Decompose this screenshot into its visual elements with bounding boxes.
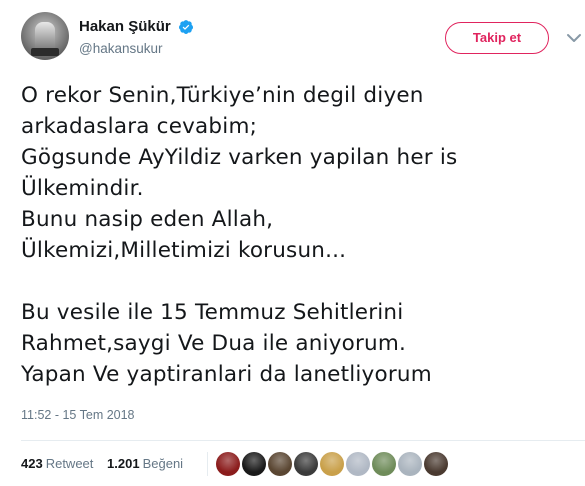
tweet-line: O rekor Senin,Türkiye’nin degil diyen bbox=[21, 83, 424, 108]
like-count: 1.201 bbox=[107, 456, 140, 471]
liker-avatar-8[interactable] bbox=[398, 452, 422, 476]
tweet-line: Gögsunde AyYildiz varken yapilan her is bbox=[21, 145, 458, 170]
tweet-card: Hakan Şükür @hakansukur Takip et O rekor… bbox=[0, 0, 585, 486]
user-names: Hakan Şükür @hakansukur bbox=[79, 18, 194, 56]
retweet-stat[interactable]: 423 Retweet bbox=[21, 456, 103, 471]
user-avatar[interactable] bbox=[21, 12, 69, 60]
retweet-label: Retweet bbox=[45, 456, 94, 471]
like-stat[interactable]: 1.201 Beğeni bbox=[107, 456, 193, 471]
trophy-icon bbox=[35, 22, 55, 50]
verified-badge-icon bbox=[179, 19, 194, 34]
tweet-text: O rekor Senin,Türkiye’nin degil diyen ar… bbox=[21, 80, 581, 390]
user-handle[interactable]: @hakansukur bbox=[79, 41, 194, 56]
tweet-timestamp[interactable]: 11:52 - 15 Tem 2018 bbox=[21, 408, 135, 422]
retweet-count: 423 bbox=[21, 456, 43, 471]
like-label: Beğeni bbox=[142, 456, 184, 471]
tweet-line: Yapan Ve yaptiranlari da lanetliyorum bbox=[21, 362, 432, 387]
liker-avatar-1[interactable] bbox=[216, 452, 240, 476]
liker-avatar-5[interactable] bbox=[320, 452, 344, 476]
liker-avatars bbox=[216, 452, 450, 476]
liker-avatar-7[interactable] bbox=[372, 452, 396, 476]
tweet-stats: 423 Retweet 1.201 Beğeni bbox=[21, 456, 193, 471]
liker-avatar-6[interactable] bbox=[346, 452, 370, 476]
liker-avatar-9[interactable] bbox=[424, 452, 448, 476]
chevron-down-icon[interactable] bbox=[564, 28, 584, 48]
tweet-line: Bunu nasip eden Allah, bbox=[21, 207, 274, 232]
liker-avatar-2[interactable] bbox=[242, 452, 266, 476]
stats-divider bbox=[21, 440, 585, 441]
liker-avatar-3[interactable] bbox=[268, 452, 292, 476]
tweet-line: Rahmet,saygi Ve Dua ile aniyorum. bbox=[21, 331, 407, 356]
stats-separator bbox=[207, 452, 208, 476]
tweet-header: Hakan Şükür @hakansukur Takip et bbox=[21, 10, 585, 64]
tweet-line: arkadaslara cevabim; bbox=[21, 114, 258, 139]
tweet-line: Bu vesile ile 15 Temmuz Sehitlerini bbox=[21, 300, 404, 325]
trophy-base bbox=[31, 48, 59, 56]
tweet-line: Ülkemindir. bbox=[21, 176, 144, 201]
follow-button[interactable]: Takip et bbox=[445, 22, 549, 54]
display-name[interactable]: Hakan Şükür bbox=[79, 18, 171, 35]
tweet-line: Ülkemizi,Milletimizi korusun... bbox=[21, 238, 347, 263]
liker-avatar-4[interactable] bbox=[294, 452, 318, 476]
